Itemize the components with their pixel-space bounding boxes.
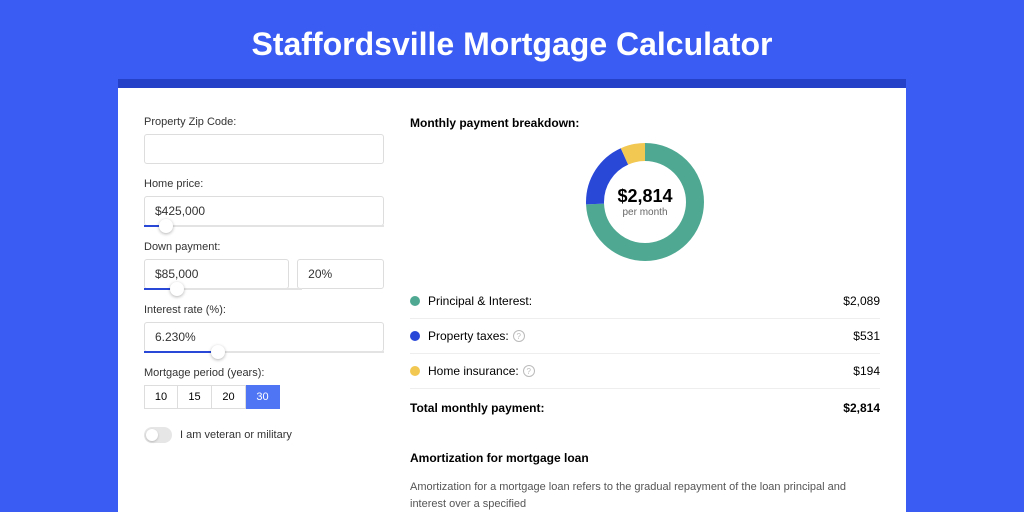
breakdown-donut-chart: $2,814 per month — [583, 140, 707, 264]
interest-slider[interactable] — [144, 351, 384, 353]
period-button-15[interactable]: 15 — [178, 385, 212, 409]
down-payment-pct-input[interactable] — [297, 259, 384, 289]
info-icon[interactable]: ? — [513, 330, 525, 342]
legend-row: Home insurance:?$194 — [410, 353, 880, 388]
interest-input[interactable] — [144, 322, 384, 352]
legend-dot — [410, 296, 420, 306]
amortization-title: Amortization for mortgage loan — [410, 441, 880, 465]
legend-label: Home insurance:? — [428, 364, 853, 378]
zip-input[interactable] — [144, 134, 384, 164]
legend-row: Principal & Interest:$2,089 — [410, 284, 880, 318]
down-payment-input[interactable] — [144, 259, 289, 289]
legend-dot — [410, 366, 420, 376]
form-panel: Property Zip Code: Home price: Down paym… — [144, 116, 384, 512]
legend-row: Property taxes:?$531 — [410, 318, 880, 353]
period-button-10[interactable]: 10 — [144, 385, 178, 409]
info-icon[interactable]: ? — [523, 365, 535, 377]
veteran-label: I am veteran or military — [180, 429, 292, 441]
legend-value: $531 — [853, 329, 880, 343]
home-price-input[interactable] — [144, 196, 384, 226]
total-row: Total monthly payment: $2,814 — [410, 388, 880, 427]
donut-center-sub: per month — [622, 207, 667, 218]
period-label: Mortgage period (years): — [144, 367, 384, 379]
legend-value: $2,089 — [843, 294, 880, 308]
total-label: Total monthly payment: — [410, 401, 843, 415]
page-title: Staffordsville Mortgage Calculator — [252, 26, 773, 63]
breakdown-panel: Monthly payment breakdown: $2,814 per mo… — [410, 116, 880, 512]
legend-dot — [410, 331, 420, 341]
total-value: $2,814 — [843, 401, 880, 415]
legend-label: Principal & Interest: — [428, 294, 843, 308]
zip-label: Property Zip Code: — [144, 116, 384, 128]
veteran-toggle[interactable] — [144, 427, 172, 443]
home-price-slider[interactable] — [144, 225, 384, 227]
header-accent — [118, 79, 906, 88]
down-payment-slider[interactable] — [144, 288, 302, 290]
interest-label: Interest rate (%): — [144, 304, 384, 316]
legend-label: Property taxes:? — [428, 329, 853, 343]
legend-value: $194 — [853, 364, 880, 378]
breakdown-legend: Principal & Interest:$2,089Property taxe… — [410, 284, 880, 388]
down-payment-label: Down payment: — [144, 241, 384, 253]
calculator-card: Property Zip Code: Home price: Down paym… — [118, 88, 906, 512]
breakdown-title: Monthly payment breakdown: — [410, 116, 880, 130]
period-buttons: 10152030 — [144, 385, 384, 409]
home-price-label: Home price: — [144, 178, 384, 190]
amortization-text: Amortization for a mortgage loan refers … — [410, 479, 880, 512]
donut-center-amount: $2,814 — [617, 186, 672, 207]
period-button-20[interactable]: 20 — [212, 385, 246, 409]
period-button-30[interactable]: 30 — [246, 385, 280, 409]
